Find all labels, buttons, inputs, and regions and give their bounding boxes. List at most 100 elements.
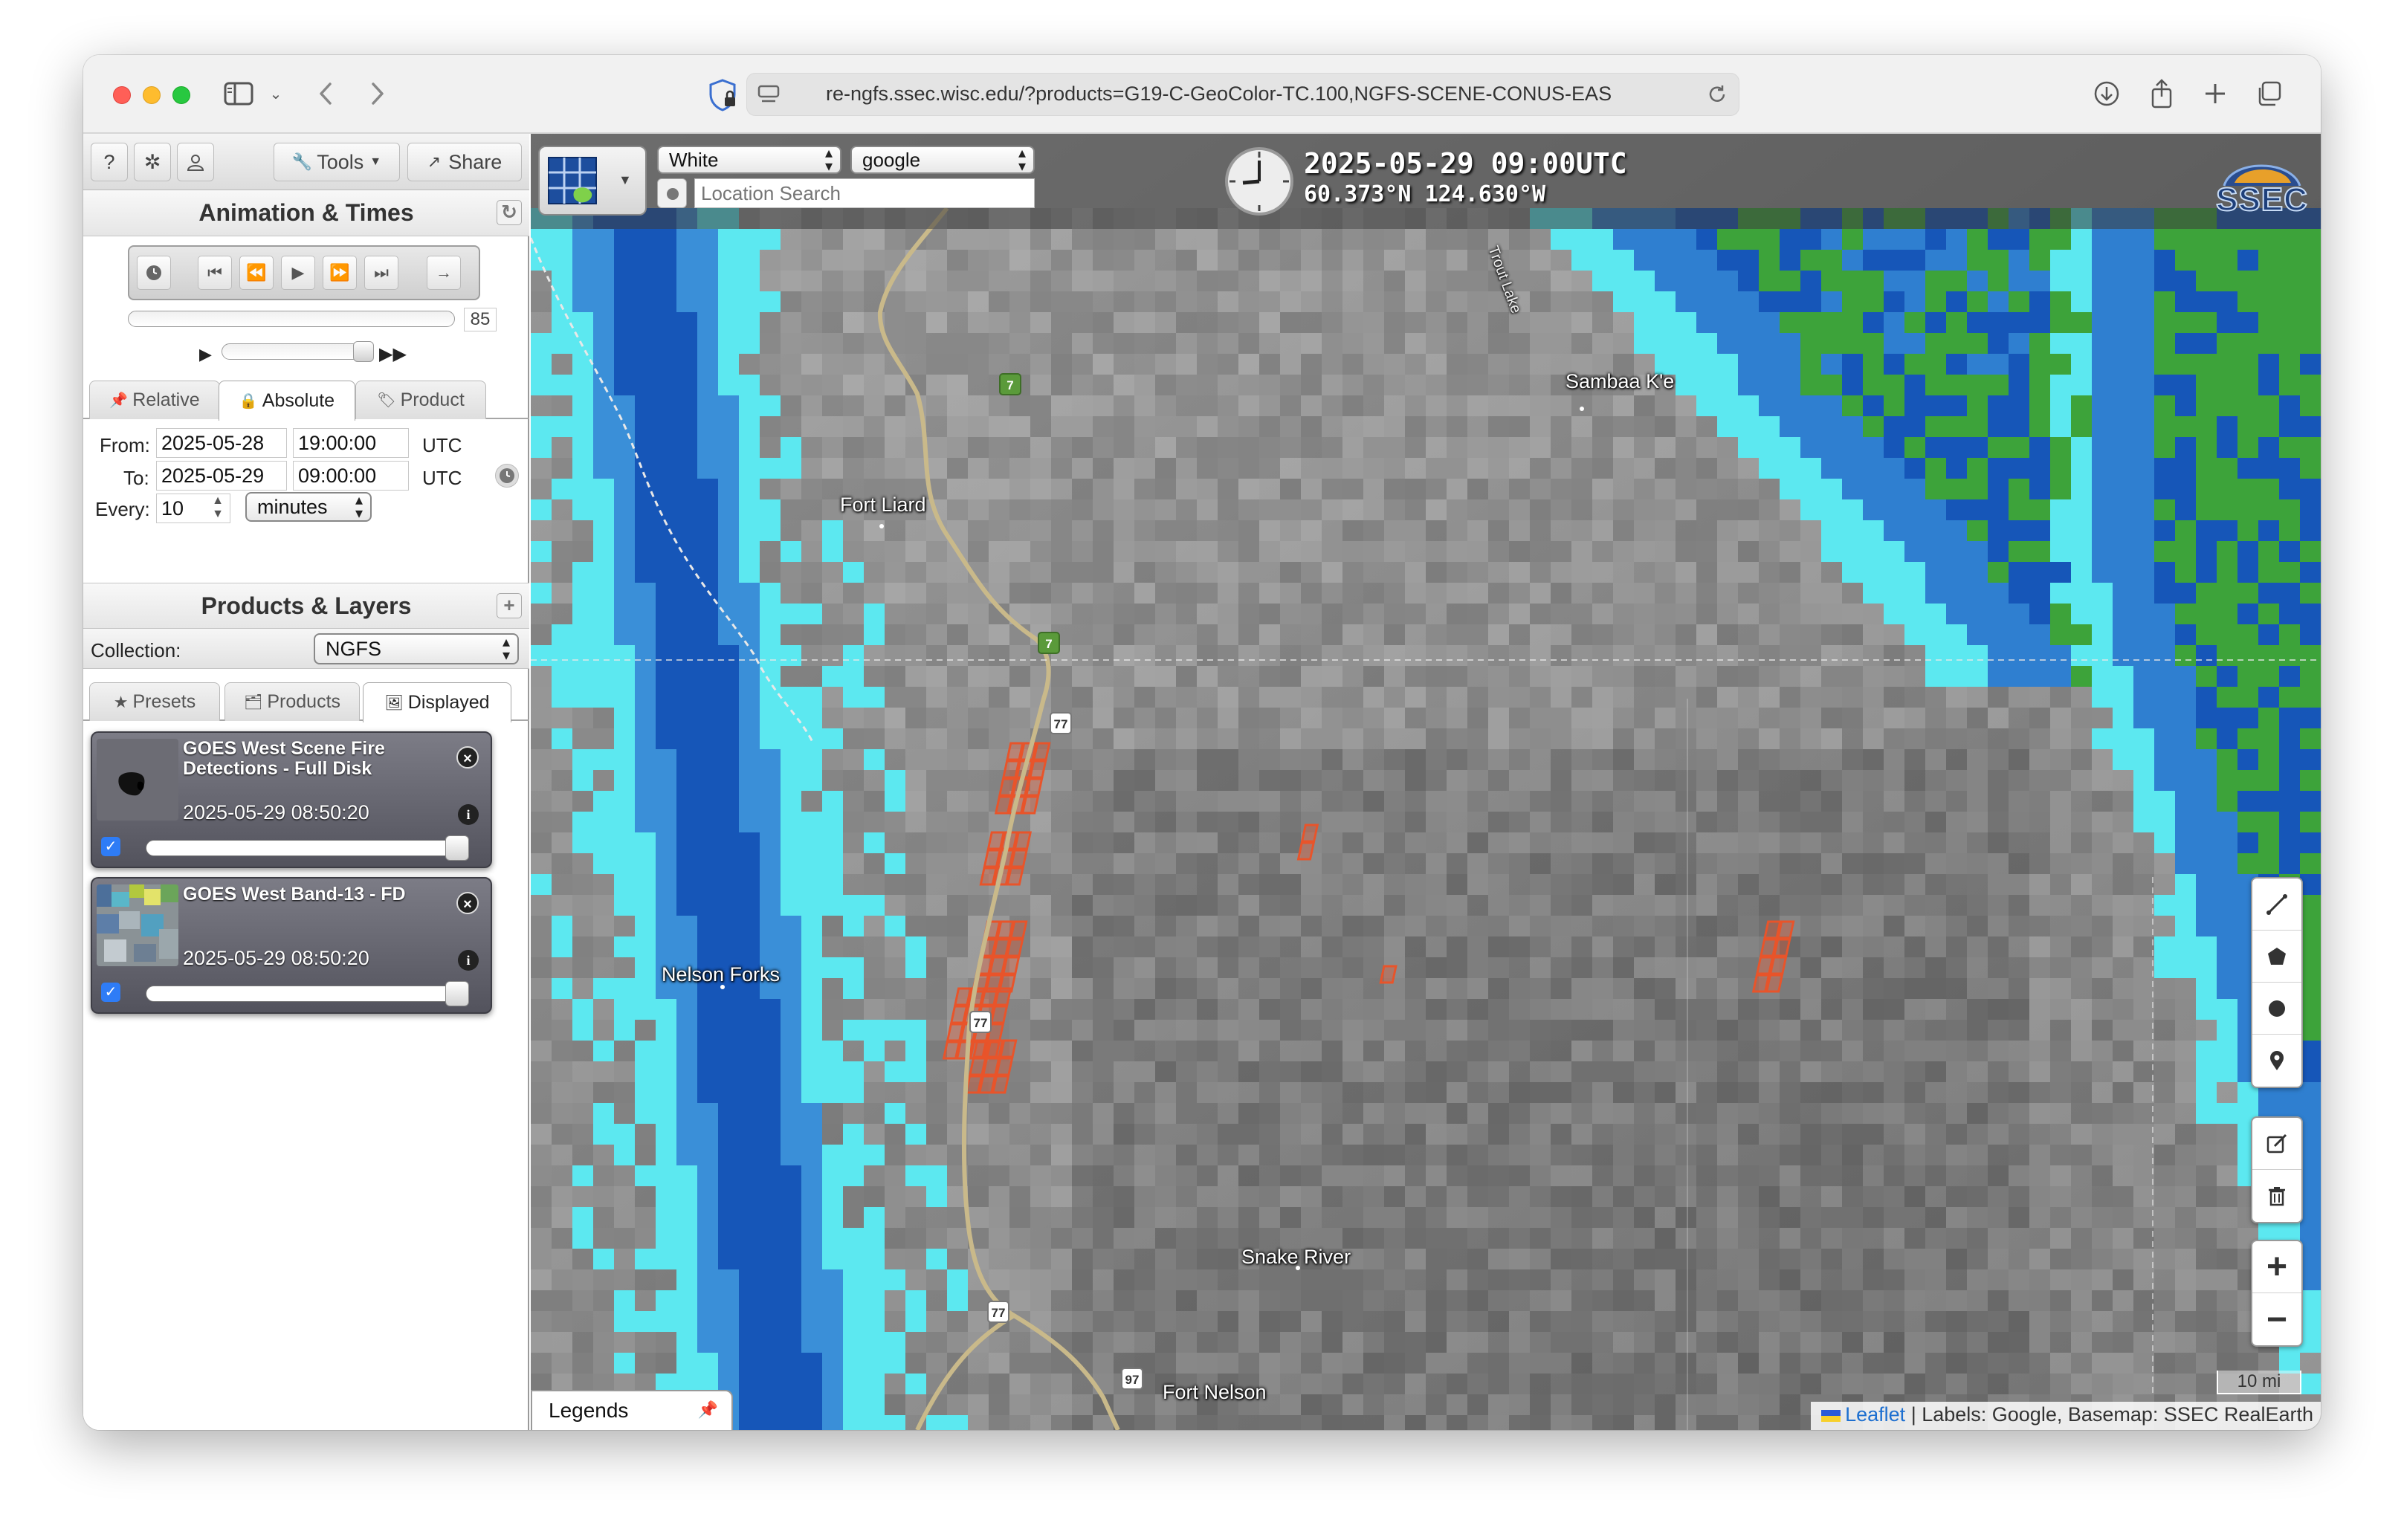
imagery-pixel	[676, 271, 697, 291]
add-product-button[interactable]: +	[497, 593, 522, 618]
imagery-pixel	[1884, 271, 1904, 291]
to-date-input[interactable]: 2025-05-29	[156, 461, 287, 491]
tab-relative[interactable]: 📌 Relative	[89, 381, 220, 419]
opacity-knob[interactable]	[445, 981, 469, 1006]
imagery-pixel	[1238, 479, 1259, 499]
imagery-pixel	[614, 395, 635, 416]
map-view[interactable]: ▼ White ▴▾ google ▴▾ 2025-05-29 09:00UTC…	[531, 134, 2321, 1430]
stepper-icon[interactable]: ▲ ▼	[212, 494, 224, 521]
info-icon[interactable]: i	[458, 950, 479, 971]
clock-button[interactable]	[137, 256, 171, 290]
account-button[interactable]	[177, 143, 214, 181]
speed-slider-knob[interactable]	[353, 341, 374, 362]
imagery-pixel	[1051, 1186, 1072, 1207]
to-time-input[interactable]: 09:00:00	[293, 461, 409, 491]
imagery-pixel	[1405, 1041, 1426, 1061]
remove-layer-icon[interactable]: ×	[456, 892, 479, 914]
first-frame-button[interactable]: ⏮	[198, 256, 232, 290]
jump-button[interactable]: →	[427, 256, 461, 290]
imagery-pixel	[885, 770, 905, 791]
imagery-pixel	[905, 458, 926, 479]
step-forward-button[interactable]: ⏩	[323, 256, 357, 290]
opacity-knob[interactable]	[445, 835, 469, 861]
imagery-pixel	[2217, 957, 2237, 978]
refresh-times-button[interactable]: ↻	[497, 200, 522, 225]
step-back-button[interactable]: ⏪	[239, 256, 274, 290]
tools-button[interactable]: 🔧 Tools ▼	[274, 143, 400, 181]
imagery-pixel	[2050, 916, 2071, 936]
layer-opacity-slider[interactable]	[146, 835, 469, 861]
info-icon[interactable]: i	[458, 804, 479, 825]
imagery-pixel	[1800, 604, 1821, 624]
imagery-pixel	[2009, 312, 2029, 333]
every-value-input[interactable]: 10 ▲ ▼	[156, 494, 230, 523]
imagery-pixel	[1405, 708, 1426, 728]
imagery-pixel	[1821, 624, 1842, 645]
minimize-window-button[interactable]	[143, 86, 161, 104]
play-icon[interactable]: ▶	[199, 345, 212, 364]
imagery-pixel	[718, 708, 739, 728]
back-arrow-icon[interactable]	[311, 77, 340, 110]
close-window-button[interactable]	[113, 86, 131, 104]
tab-displayed[interactable]: 🖼 Displayed	[363, 682, 511, 722]
settings-button[interactable]: ✲	[134, 143, 171, 181]
imagery-pixel	[885, 1165, 905, 1186]
imagery-pixel	[1322, 645, 1342, 666]
from-time-input[interactable]: 19:00:00	[293, 428, 409, 458]
forward-arrow-icon[interactable]	[363, 77, 392, 110]
last-frame-button[interactable]: ⏭	[364, 256, 398, 290]
collection-select[interactable]: NGFS ▴ ▾	[314, 633, 519, 664]
imagery-pixel	[572, 978, 593, 999]
page-settings-icon[interactable]	[757, 85, 780, 104]
layer-card-fire[interactable]: GOES West Scene Fire Detections - Full D…	[91, 731, 492, 868]
sidebar-toggle-icon[interactable]	[220, 77, 257, 110]
frame-slider[interactable]	[128, 311, 455, 327]
download-icon[interactable]	[2090, 77, 2123, 110]
imagery-pixel	[968, 624, 989, 645]
imagery-pixel	[1571, 1332, 1592, 1353]
imagery-pixel	[1197, 416, 1218, 437]
imagery-pixel	[1925, 499, 1946, 520]
layer-visible-checkbox[interactable]: ✓	[101, 983, 120, 1002]
imagery-pixel	[2237, 708, 2258, 728]
imagery-pixel	[656, 1145, 676, 1165]
imagery-pixel	[1842, 604, 1863, 624]
from-date-input[interactable]: 2025-05-28	[156, 428, 287, 458]
help-button[interactable]: ?	[91, 143, 128, 181]
tab-overview-icon[interactable]	[2252, 77, 2285, 110]
tab-absolute[interactable]: 🔒 Absolute	[219, 381, 355, 421]
imagery-pixel	[1488, 978, 1509, 999]
tab-product[interactable]: 🏷 Product	[355, 381, 486, 419]
chevron-down-icon[interactable]: ⌄	[265, 77, 287, 110]
imagery-pixel	[1967, 666, 1988, 687]
fast-play-icon[interactable]: ▶▶	[379, 343, 407, 365]
clock-icon[interactable]	[495, 464, 519, 488]
imagery-pixel	[1967, 749, 1988, 770]
play-button[interactable]: ▶	[281, 256, 315, 290]
layer-visible-checkbox[interactable]: ✓	[101, 837, 120, 856]
every-unit-select[interactable]: minutes ▴ ▾	[245, 492, 372, 522]
imagery-pixel	[2009, 645, 2029, 666]
imagery-pixel	[1030, 874, 1051, 895]
share-button[interactable]: ↗ Share	[407, 143, 522, 181]
imagery-pixel	[1155, 791, 1176, 812]
address-bar[interactable]: re-ngfs.ssec.wisc.edu/?products=G19-C-Ge…	[709, 73, 1739, 116]
layer-opacity-slider[interactable]	[146, 981, 469, 1006]
speed-slider[interactable]	[222, 341, 374, 362]
imagery-pixel	[885, 812, 905, 832]
share-icon[interactable]	[2145, 77, 2178, 110]
tab-products[interactable]: 🗂 Products	[224, 682, 360, 721]
imagery-pixel	[2279, 333, 2300, 354]
maximize-window-button[interactable]	[172, 86, 190, 104]
imagery-pixel	[635, 853, 656, 874]
new-tab-icon[interactable]	[2199, 77, 2232, 110]
imagery-pixel	[1009, 895, 1030, 916]
imagery-pixel	[1093, 271, 1114, 291]
reload-icon[interactable]	[1706, 83, 1728, 106]
remove-layer-icon[interactable]: ×	[456, 746, 479, 769]
privacy-shield-icon[interactable]	[707, 78, 738, 112]
imagery-pixel	[2217, 562, 2237, 583]
imagery-pixel	[1988, 375, 2009, 395]
tab-presets[interactable]: ★ Presets	[89, 682, 220, 721]
layer-card-band13[interactable]: GOES West Band-13 - FD 2025-05-29 08:50:…	[91, 877, 492, 1014]
